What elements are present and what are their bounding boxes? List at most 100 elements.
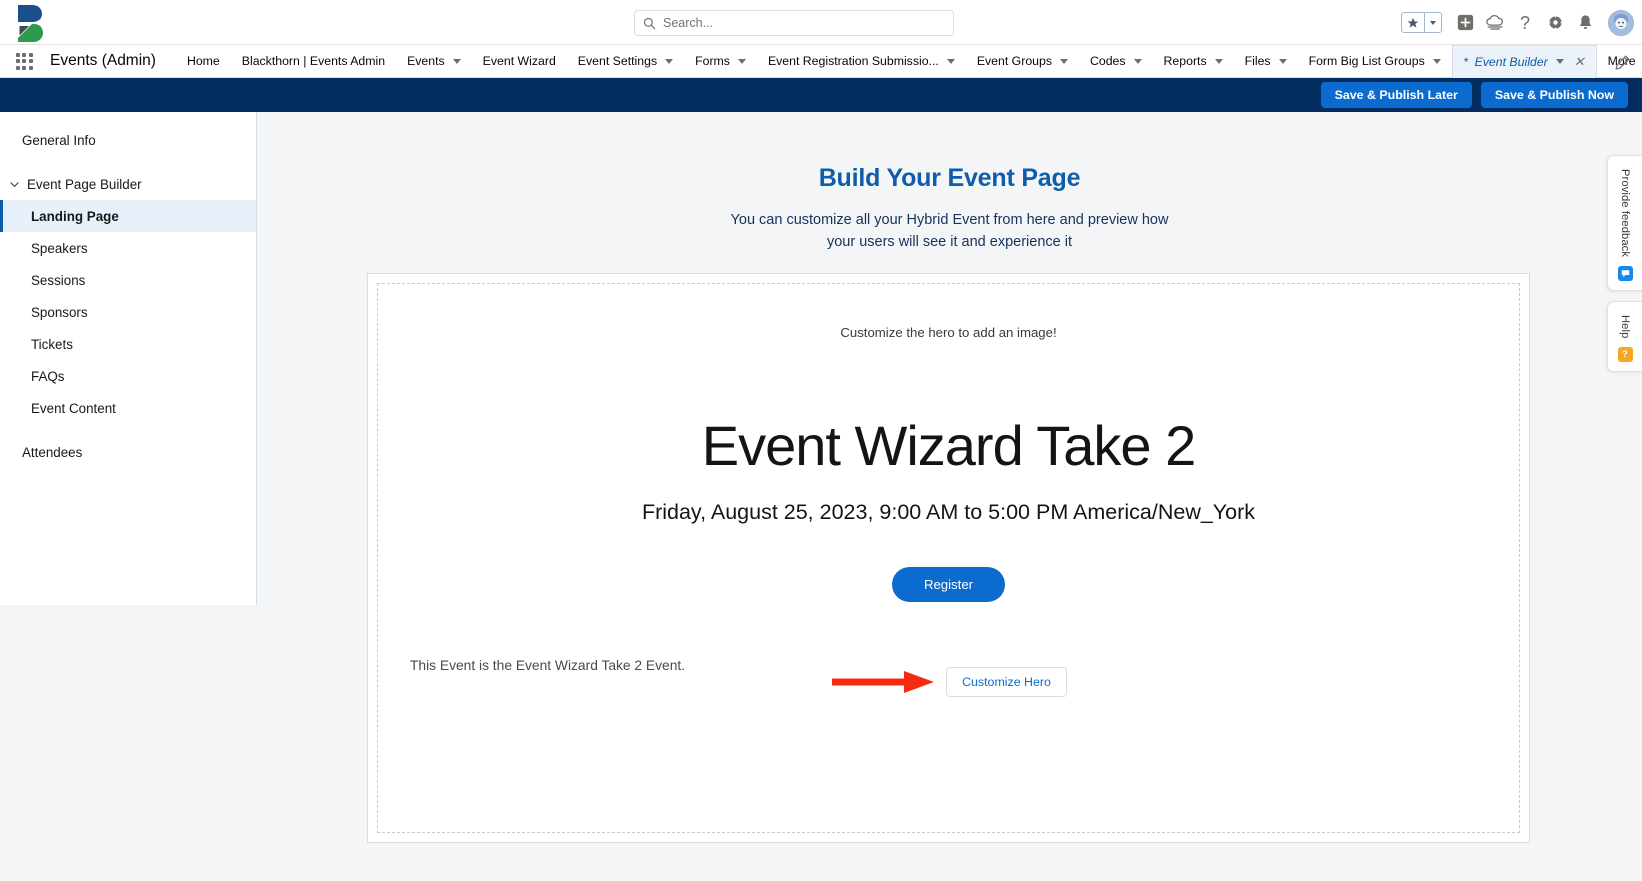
sidebar-item-label: Landing Page <box>31 208 119 224</box>
chevron-down-icon[interactable] <box>1278 58 1287 64</box>
close-icon[interactable]: ✕ <box>1574 55 1585 68</box>
feedback-icon <box>1617 266 1633 282</box>
sidebar-item-general-info[interactable]: General Info <box>0 124 256 156</box>
page-title: Build Your Event Page <box>818 164 1081 192</box>
chevron-down-icon[interactable] <box>1555 59 1564 64</box>
nav-tab-label: Event Wizard <box>482 54 556 68</box>
main-content: Build Your Event Page You can customize … <box>257 112 1642 881</box>
nav-tab-event-settings[interactable]: Event Settings <box>567 45 684 78</box>
edge-tab-label: Help <box>1619 315 1631 339</box>
nav-items: Home Blackthorn | Events Admin Events Ev… <box>176 44 1642 78</box>
register-button[interactable]: Register <box>891 567 1006 602</box>
help-icon: ? <box>1617 347 1633 363</box>
sidebar-item-label: General Info <box>22 132 96 148</box>
provide-feedback-tab[interactable]: Provide feedback <box>1607 155 1642 292</box>
page-subtitle: You can customize all your Hybrid Event … <box>730 212 1169 251</box>
nav-tab-codes[interactable]: Codes <box>1079 45 1153 78</box>
sidebar-group-event-page-builder[interactable]: Event Page Builder <box>0 168 256 200</box>
hero-event-title: Event Wizard Take 2 <box>701 414 1197 477</box>
blackthorn-logo[interactable] <box>12 2 52 44</box>
nav-tab-home[interactable]: Home <box>176 45 231 78</box>
sidebar-item-tickets[interactable]: Tickets <box>0 328 256 360</box>
nav-tab-files[interactable]: Files <box>1234 45 1298 78</box>
body: General Info Event Page Builder Landing … <box>0 112 1642 881</box>
sidebar-item-label: FAQs <box>31 368 65 384</box>
publish-action-bar: Save & Publish Later Save & Publish Now <box>0 78 1642 112</box>
sidebar-item-label: Tickets <box>31 336 73 352</box>
sidebar-item-event-content[interactable]: Event Content <box>0 392 256 424</box>
plus-icon[interactable] <box>1452 10 1478 36</box>
chevron-down-icon[interactable] <box>452 58 461 64</box>
sidebar-item-label: Sponsors <box>31 304 88 320</box>
search-placeholder: Search... <box>663 16 714 30</box>
nav-tab-event-registration-submissions[interactable]: Event Registration Submissio... <box>757 45 966 78</box>
help-tab[interactable]: Help ? <box>1607 301 1642 373</box>
hero-image-hint: Customize the hero to add an image! <box>840 325 1057 340</box>
favorites-group[interactable] <box>1401 12 1442 33</box>
sidebar-item-attendees[interactable]: Attendees <box>0 436 256 468</box>
nav-tab-blackthorn-events-admin[interactable]: Blackthorn | Events Admin <box>231 45 396 78</box>
nav-tab-label: Forms <box>695 54 730 68</box>
nav-tab-label: Reports <box>1163 54 1207 68</box>
app-launcher-icon[interactable] <box>10 47 38 75</box>
nav-tab-event-builder[interactable]: * Event Builder ✕ <box>1451 44 1597 78</box>
avatar[interactable] <box>1608 9 1634 36</box>
sidebar-group-label: Event Page Builder <box>27 176 142 192</box>
nav-tab-reports[interactable]: Reports <box>1153 45 1234 78</box>
chevron-down-icon[interactable] <box>737 58 746 64</box>
app-name[interactable]: Events (Admin) <box>50 52 156 70</box>
customize-hero-button[interactable]: Customize Hero <box>946 667 1067 697</box>
event-page-canvas: Customize the hero to add an image! Even… <box>367 273 1530 843</box>
chevron-down-icon[interactable] <box>8 178 20 190</box>
chevron-down-icon[interactable] <box>946 58 955 64</box>
chevron-down-icon[interactable] <box>1133 58 1142 64</box>
nav-tab-label: Form Big List Groups <box>1308 54 1425 68</box>
cloud-setup-icon[interactable] <box>1482 10 1508 36</box>
red-arrow-pointer-icon <box>830 668 940 696</box>
hero-section[interactable]: Customize the hero to add an image! Even… <box>377 283 1520 833</box>
hero-register-row: Register <box>378 567 1519 602</box>
chevron-down-icon[interactable] <box>1060 58 1068 64</box>
nav-tab-label: Event Groups <box>976 54 1052 68</box>
header-actions: ? <box>1401 0 1634 45</box>
pencil-icon[interactable] <box>1612 52 1632 72</box>
gear-icon[interactable] <box>1542 10 1568 36</box>
app-navigation-bar: Events (Admin) Home Blackthorn | Events … <box>0 44 1642 78</box>
nav-tab-event-groups[interactable]: Event Groups <box>966 45 1079 78</box>
sidebar-item-label: Event Content <box>31 400 116 416</box>
chevron-down-icon[interactable] <box>1425 13 1441 32</box>
bell-icon[interactable] <box>1572 10 1598 36</box>
save-publish-later-button[interactable]: Save & Publish Later <box>1320 82 1472 108</box>
sidebar-item-sponsors[interactable]: Sponsors <box>0 296 256 328</box>
edge-tab-label: Provide feedback <box>1619 169 1631 258</box>
sidebar-item-landing-page[interactable]: Landing Page <box>0 200 256 232</box>
save-publish-now-button[interactable]: Save & Publish Now <box>1480 82 1628 108</box>
hero-event-date: Friday, August 25, 2023, 9:00 AM to 5:00… <box>641 500 1256 524</box>
star-icon[interactable] <box>1402 13 1424 32</box>
sidebar-item-label: Attendees <box>22 444 83 460</box>
chevron-down-icon[interactable] <box>665 58 674 64</box>
nav-tab-label: Codes <box>1090 54 1126 68</box>
search-icon <box>643 17 656 29</box>
nav-tab-label: Events <box>407 54 445 68</box>
chevron-down-icon[interactable] <box>1214 58 1223 64</box>
sidebar-item-speakers[interactable]: Speakers <box>0 232 256 264</box>
nav-tab-forms[interactable]: Forms <box>684 45 757 78</box>
global-search-input[interactable]: Search... <box>634 10 954 36</box>
sidebar-item-label: Speakers <box>31 240 88 256</box>
nav-tab-form-big-list-groups[interactable]: Form Big List Groups <box>1298 45 1452 78</box>
nav-tab-label: Event Registration Submissio... <box>767 54 939 68</box>
question-mark-icon[interactable]: ? <box>1512 10 1538 36</box>
sidebar-item-sessions[interactable]: Sessions <box>0 264 256 296</box>
nav-tab-events[interactable]: Events <box>396 45 472 78</box>
unsaved-marker: * <box>1463 54 1469 69</box>
builder-sidebar: General Info Event Page Builder Landing … <box>0 112 257 605</box>
nav-tab-label: Files <box>1244 54 1271 68</box>
nav-tab-event-wizard[interactable]: Event Wizard <box>472 45 567 78</box>
nav-tab-label: Home <box>186 54 220 68</box>
nav-tab-label: Event Builder <box>1474 54 1548 69</box>
sidebar-item-faqs[interactable]: FAQs <box>0 360 256 392</box>
chevron-down-icon[interactable] <box>1432 58 1441 64</box>
nav-tab-label: Blackthorn | Events Admin <box>241 54 386 68</box>
global-header: Search... ? <box>0 0 1642 45</box>
